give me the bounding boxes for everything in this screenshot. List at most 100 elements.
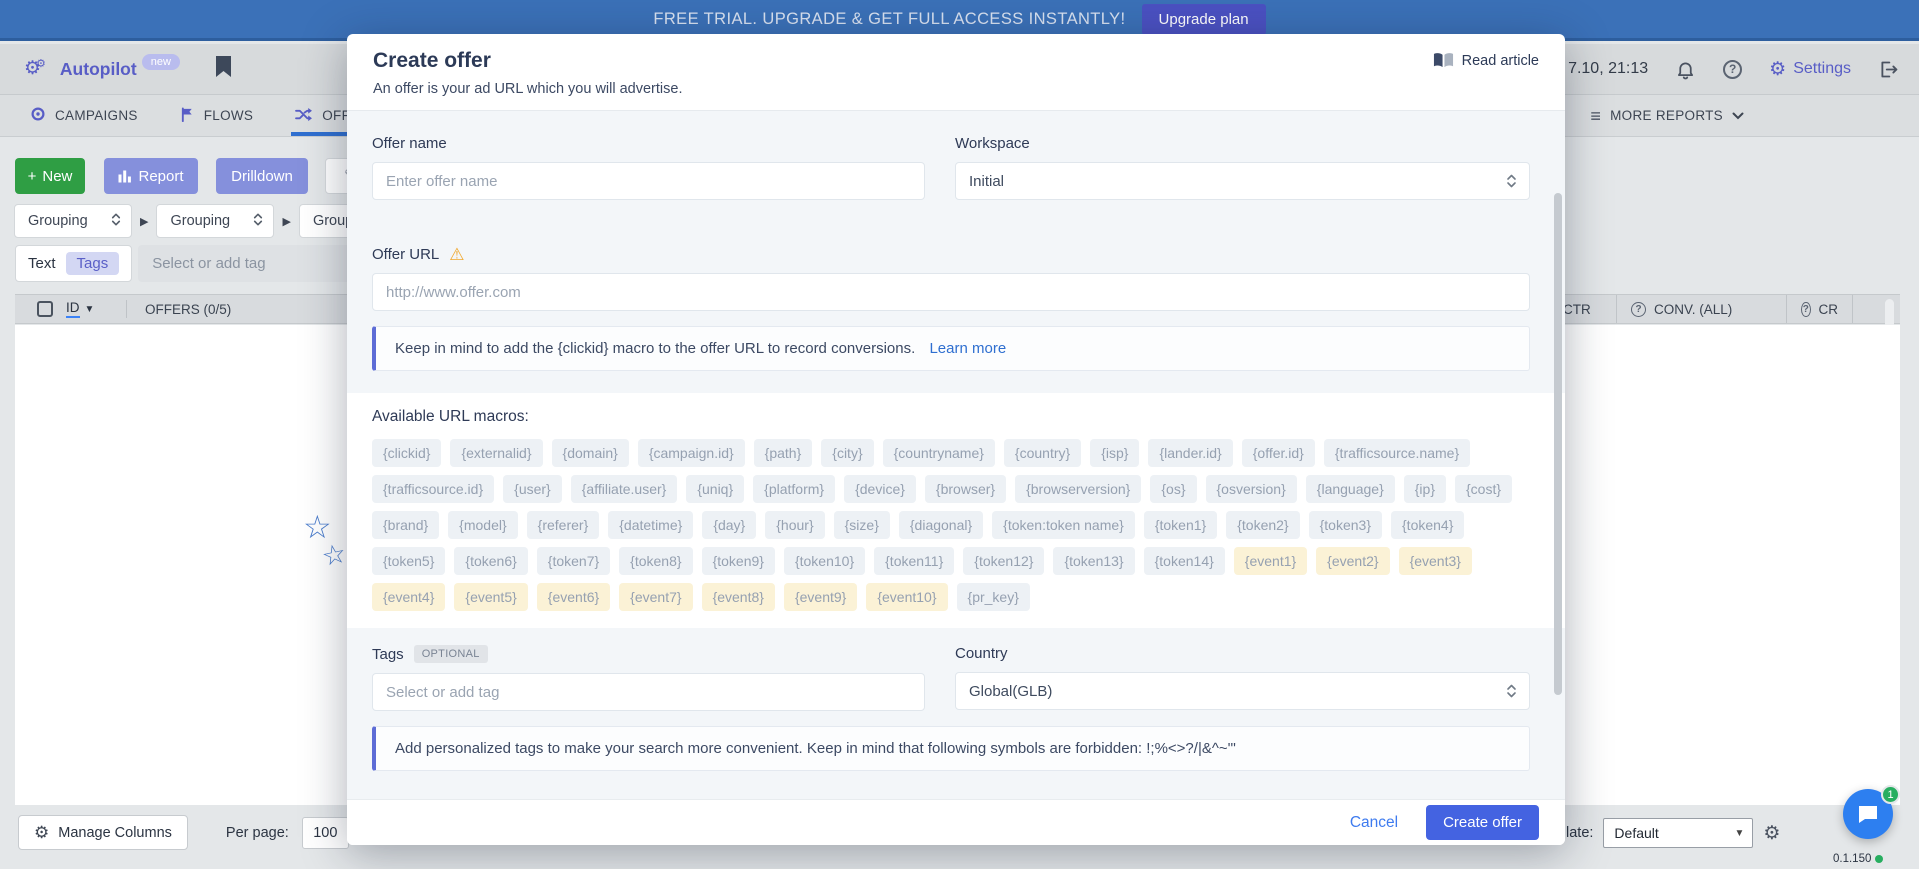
macro-chip[interactable]: {token:token name} — [992, 511, 1135, 539]
upgrade-plan-button[interactable]: Upgrade plan — [1142, 4, 1266, 35]
macro-chip[interactable]: {token13} — [1053, 547, 1134, 575]
macro-chip[interactable]: {trafficsource.id} — [372, 475, 494, 503]
macro-chip[interactable]: {diagonal} — [899, 511, 983, 539]
macro-chip[interactable]: {city} — [821, 439, 873, 467]
macro-chip[interactable]: {model} — [448, 511, 517, 539]
macro-chip[interactable]: {event10} — [866, 583, 947, 611]
help-icon[interactable]: ? — [1631, 302, 1646, 317]
tab-flows[interactable]: FLOWS — [180, 95, 254, 136]
macro-chip[interactable]: {campaign.id} — [638, 439, 745, 467]
macro-chip[interactable]: {token3} — [1309, 511, 1382, 539]
macro-chip[interactable]: {clickid} — [372, 439, 441, 467]
offer-name-input[interactable] — [372, 162, 925, 200]
macro-chip[interactable]: {device} — [844, 475, 916, 503]
bell-icon[interactable] — [1675, 59, 1696, 80]
macro-chip-list: {clickid} {externalid} {domain} {campaign.i… — [372, 439, 1530, 611]
create-offer-button[interactable]: Create offer — [1426, 805, 1539, 840]
macro-chip[interactable]: {token2} — [1226, 511, 1299, 539]
learn-more-link[interactable]: Learn more — [929, 340, 1006, 357]
macro-chip[interactable]: {size} — [834, 511, 890, 539]
help-icon[interactable]: ? — [1723, 60, 1742, 79]
macro-chip[interactable]: {event4} — [372, 583, 445, 611]
macro-chip[interactable]: {referer} — [527, 511, 600, 539]
macro-chip[interactable]: {token8} — [619, 547, 692, 575]
workspace-select[interactable]: Initial — [955, 162, 1530, 200]
modal-scrollbar-thumb[interactable] — [1554, 193, 1562, 695]
macro-chip[interactable]: {token6} — [454, 547, 527, 575]
macro-chip[interactable]: {countryname} — [883, 439, 995, 467]
manage-columns-button[interactable]: ⚙ Manage Columns — [18, 815, 188, 850]
macro-chip[interactable]: {event6} — [537, 583, 610, 611]
logout-icon[interactable] — [1878, 59, 1899, 80]
macro-chip[interactable]: {uniq} — [686, 475, 744, 503]
macro-chip[interactable]: {event9} — [784, 583, 857, 611]
offer-url-input[interactable] — [372, 273, 1530, 311]
macro-chip[interactable]: {trafficsource.name} — [1324, 439, 1470, 467]
table-scrollbar-stub[interactable] — [1852, 295, 1900, 323]
macro-chip[interactable]: {day} — [702, 511, 756, 539]
grouping-select-2[interactable]: Grouping — [156, 204, 274, 238]
macro-chip[interactable]: {platform} — [753, 475, 835, 503]
tags-mode-button[interactable]: Tags — [66, 252, 120, 275]
macro-chip[interactable]: {isp} — [1090, 439, 1139, 467]
grouping-select-1[interactable]: Grouping — [14, 204, 132, 238]
macro-chip[interactable]: {affiliate.user} — [571, 475, 678, 503]
column-header-conv-all-[interactable]: ?CONV. (ALL) — [1616, 295, 1786, 323]
bookmark-icon[interactable] — [215, 56, 232, 83]
tags-label-row: Tags OPTIONAL — [372, 645, 925, 663]
more-reports-button[interactable]: ≡ MORE REPORTS — [1590, 95, 1919, 136]
macro-chip[interactable]: {browser} — [925, 475, 1006, 503]
macro-chip[interactable]: {cost} — [1455, 475, 1512, 503]
macro-chip[interactable]: {osversion} — [1206, 475, 1297, 503]
id-column-header[interactable]: ID ▼ — [66, 300, 94, 318]
macro-chip[interactable]: {token9} — [702, 547, 775, 575]
settings-button[interactable]: ⚙ Settings — [1769, 60, 1851, 79]
gear-icon[interactable]: ⚙ — [1763, 822, 1780, 845]
create-offer-modal: Create offer An offer is your ad URL whi… — [347, 34, 1565, 845]
tags-input[interactable] — [372, 673, 925, 711]
macro-chip[interactable]: {ip} — [1404, 475, 1446, 503]
per-page-input[interactable]: 100 — [302, 817, 349, 849]
macro-chip[interactable]: {token11} — [874, 547, 954, 575]
macro-chip[interactable]: {os} — [1150, 475, 1196, 503]
macro-chip[interactable]: {token12} — [963, 547, 1044, 575]
macro-chip[interactable]: {event1} — [1234, 547, 1307, 575]
macro-chip[interactable]: {pr_key} — [957, 583, 1030, 611]
macro-chip[interactable]: {lander.id} — [1148, 439, 1232, 467]
macro-chip[interactable]: {externalid} — [450, 439, 542, 467]
macro-chip[interactable]: {domain} — [552, 439, 629, 467]
macro-chip[interactable]: {country} — [1004, 439, 1081, 467]
macro-chip[interactable]: {event5} — [454, 583, 527, 611]
cancel-button[interactable]: Cancel — [1350, 814, 1398, 832]
macro-chip[interactable]: {event3} — [1399, 547, 1472, 575]
brand[interactable]: ⚙⚙ Autopilot new — [0, 56, 232, 83]
macro-chip[interactable]: {token14} — [1144, 547, 1225, 575]
macro-chip[interactable]: {hour} — [765, 511, 824, 539]
select-all-checkbox[interactable] — [37, 301, 53, 317]
macro-chip[interactable]: {event7} — [619, 583, 692, 611]
macro-chip[interactable]: {datetime} — [608, 511, 693, 539]
drilldown-button[interactable]: Drilldown — [216, 158, 308, 194]
macro-chip[interactable]: {token10} — [784, 547, 865, 575]
macro-chip[interactable]: {token7} — [537, 547, 610, 575]
macro-chip[interactable]: {offer.id} — [1242, 439, 1315, 467]
macro-chip[interactable]: {brand} — [372, 511, 439, 539]
text-mode-button[interactable]: Text — [28, 255, 56, 272]
country-select[interactable]: Global(GLB) — [955, 672, 1530, 710]
tab-campaigns[interactable]: CAMPAIGNS — [30, 95, 138, 136]
help-icon[interactable]: ? — [1801, 302, 1811, 317]
macro-chip[interactable]: {token1} — [1144, 511, 1217, 539]
read-article-link[interactable]: Read article — [1433, 52, 1539, 69]
template-select[interactable]: Default ▼ — [1603, 818, 1753, 848]
report-button[interactable]: Report — [104, 158, 198, 194]
macro-chip[interactable]: {event8} — [702, 583, 775, 611]
macro-chip[interactable]: {event2} — [1316, 547, 1389, 575]
macro-chip[interactable]: {token4} — [1391, 511, 1464, 539]
macro-chip[interactable]: {user} — [503, 475, 562, 503]
macro-chip[interactable]: {browserversion} — [1015, 475, 1141, 503]
new-button[interactable]: + New — [15, 158, 85, 194]
macro-chip[interactable]: {token5} — [372, 547, 445, 575]
macro-chip[interactable]: {path} — [754, 439, 813, 467]
macro-chip[interactable]: {language} — [1306, 475, 1395, 503]
column-header-cr[interactable]: ?CR — [1786, 295, 1852, 323]
